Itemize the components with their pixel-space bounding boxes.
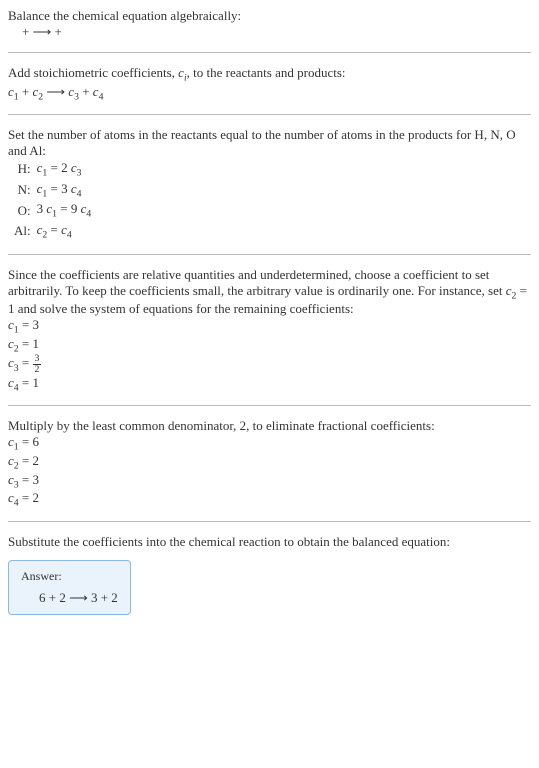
text-fragment: Add stoichiometric coefficients, [8,65,178,80]
text-line: Substitute the coefficients into the che… [8,534,531,550]
equation-cell: c1 = 2 c3 [35,159,98,180]
equation-skeleton: + ⟶ + [22,24,531,40]
element-label: H: [12,159,35,180]
coef-result: c2 = 1 [8,336,531,355]
coef-result: c3 = 3 [8,472,531,491]
divider [8,405,531,406]
coef-sub: 3 [74,91,79,102]
coef-sub: 4 [86,209,91,220]
fraction: 32 [33,354,42,375]
equation-cell: 3 c1 = 9 c4 [35,200,98,221]
coef-sub: 4 [77,188,82,199]
value: = 3 [19,472,39,487]
text-line: Multiply by the least common denominator… [8,418,531,434]
pre: 3 [37,201,47,216]
text-fragment: , to the reactants and products: [187,65,346,80]
value: = 3 [19,317,39,332]
eq: = 9 [57,201,81,216]
table-row: O: 3 c1 = 9 c4 [12,200,97,221]
section-solve-initial: Since the coefficients are relative quan… [8,267,531,394]
eq: = [47,222,61,237]
coef-sub: 3 [77,168,82,179]
element-label: Al: [12,221,35,242]
coef-sub: 4 [99,91,104,102]
answer-box: Answer: 6 + 2 ⟶ 3 + 2 [8,560,131,615]
divider [8,114,531,115]
divider [8,521,531,522]
coef-sub: 4 [67,230,72,241]
element-label: N: [12,180,35,201]
coef-result: c2 = 2 [8,453,531,472]
value: = 2 [19,453,39,468]
value: = 1 [19,336,39,351]
table-row: H: c1 = 2 c3 [12,159,97,180]
text-line: Add stoichiometric coefficients, ci, to … [8,65,531,84]
coef-result: c1 = 3 [8,317,531,336]
coef-result: c1 = 6 [8,434,531,453]
divider [8,254,531,255]
element-label: O: [12,200,35,221]
equation-cell: c1 = 3 c4 [35,180,98,201]
eq: = 3 [47,181,71,196]
atom-equations-table: H: c1 = 2 c3 N: c1 = 3 c4 O: 3 c1 = 9 c4… [12,159,97,241]
value: = 6 [19,434,39,449]
coef-sub: 2 [38,91,43,102]
fraction-den: 2 [33,365,42,375]
section-balance-intro: Balance the chemical equation algebraica… [8,8,531,40]
answer-label: Answer: [21,569,118,584]
coef-result: c3 = 32 [8,354,531,375]
coef-result: c4 = 2 [8,490,531,509]
text-line: Since the coefficients are relative quan… [8,267,531,318]
answer-equation: 6 + 2 ⟶ 3 + 2 [21,590,118,606]
section-add-coeffs: Add stoichiometric coefficients, ci, to … [8,65,531,102]
text-fragment: Since the coefficients are relative quan… [8,267,506,298]
plus: + [22,84,33,99]
eq: = 2 [47,160,71,175]
divider [8,52,531,53]
equation-coeffs: c1 + c2 ⟶ c3 + c4 [8,84,531,103]
value: = 2 [19,490,39,505]
equation-cell: c2 = c4 [35,221,98,242]
table-row: N: c1 = 3 c4 [12,180,97,201]
section-substitute: Substitute the coefficients into the che… [8,534,531,550]
coef-sub: 1 [14,91,19,102]
coef-result: c4 = 1 [8,375,531,394]
text-line: Set the number of atoms in the reactants… [8,127,531,159]
plus: + [82,84,93,99]
table-row: Al: c2 = c4 [12,221,97,242]
arrow: ⟶ [46,84,68,99]
section-atom-equations: Set the number of atoms in the reactants… [8,127,531,241]
eq: = [19,356,33,371]
value: = 1 [19,375,39,390]
text-line: Balance the chemical equation algebraica… [8,8,531,24]
section-multiply-lcd: Multiply by the least common denominator… [8,418,531,508]
